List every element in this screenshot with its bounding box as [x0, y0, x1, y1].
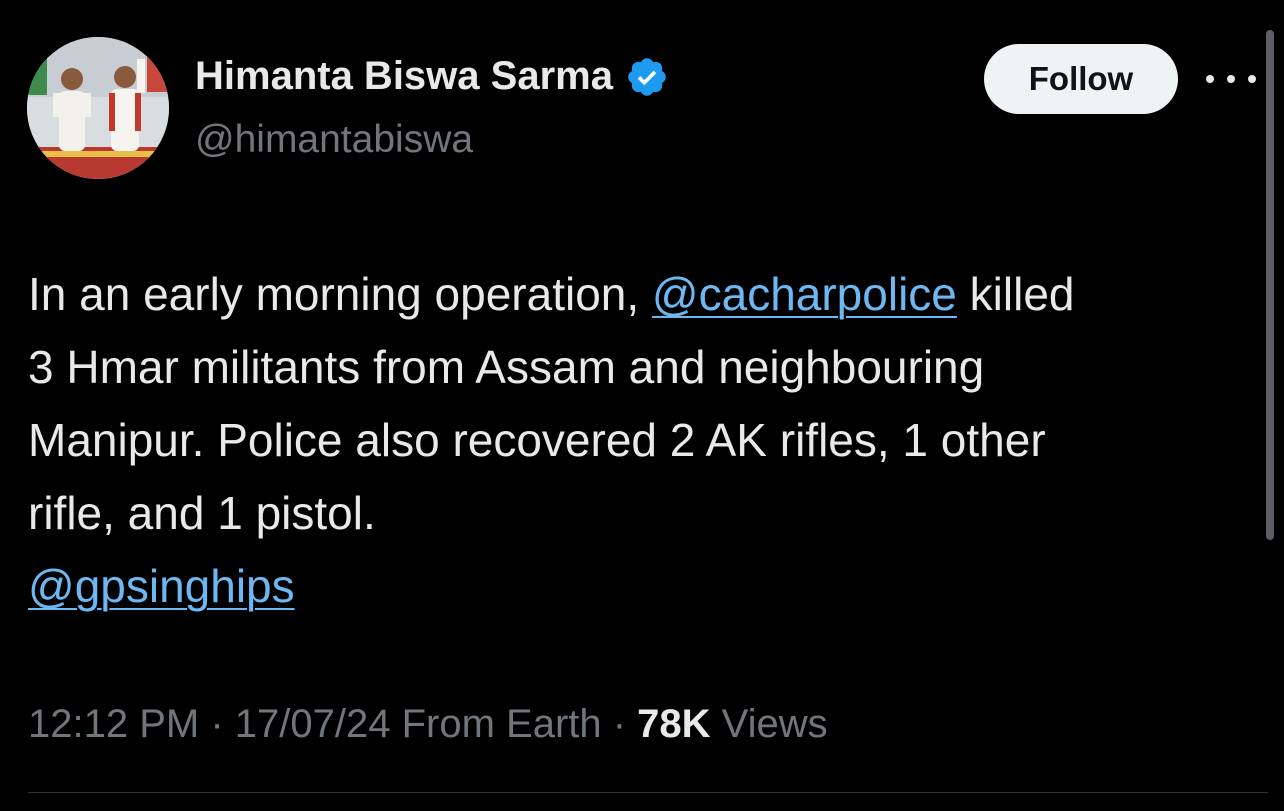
- tweet-source: From Earth: [390, 702, 602, 746]
- tweet-date[interactable]: 17/07/24: [235, 702, 391, 746]
- tweet-text-segment: killed: [956, 268, 1075, 320]
- meta-separator: ·: [601, 702, 638, 746]
- verified-badge-icon[interactable]: [625, 55, 669, 99]
- more-options-icon[interactable]: [1206, 66, 1256, 92]
- tweet-line: Manipur. Police also recovered 2 AK rifl…: [28, 414, 1046, 466]
- divider: [28, 792, 1268, 793]
- author-name[interactable]: Himanta Biswa Sarma: [195, 54, 669, 99]
- profile-photo: [27, 37, 169, 179]
- avatar[interactable]: [27, 37, 169, 179]
- scrollbar[interactable]: [1266, 30, 1274, 540]
- author-display-name[interactable]: Himanta Biswa Sarma: [195, 54, 613, 99]
- tweet-line: @gpsinghips: [28, 550, 1268, 623]
- tweet-meta: 12:12 PM · 17/07/24 From Earth · 78K Vie…: [28, 702, 828, 747]
- tweet-text-segment: In an early morning operation,: [28, 268, 652, 320]
- tweet-line: In an early morning operation, @cacharpo…: [28, 258, 1268, 331]
- more-dot: [1248, 75, 1256, 83]
- mention-link[interactable]: @cacharpolice: [652, 268, 957, 320]
- more-dot: [1227, 75, 1235, 83]
- follow-button[interactable]: Follow: [984, 44, 1178, 114]
- tweet-text: In an early morning operation, @cacharpo…: [28, 258, 1268, 623]
- tweet-time[interactable]: 12:12 PM: [28, 702, 199, 746]
- tweet-line: 3 Hmar militants from Assam and neighbou…: [28, 341, 985, 393]
- views-count[interactable]: 78K: [637, 702, 710, 746]
- more-dot: [1206, 75, 1214, 83]
- meta-separator: ·: [199, 702, 235, 746]
- mention-link[interactable]: @gpsinghips: [28, 560, 295, 612]
- author-handle[interactable]: @himantabiswa: [195, 118, 473, 162]
- tweet-line: rifle, and 1 pistol.: [28, 487, 376, 539]
- views-label: Views: [710, 702, 828, 746]
